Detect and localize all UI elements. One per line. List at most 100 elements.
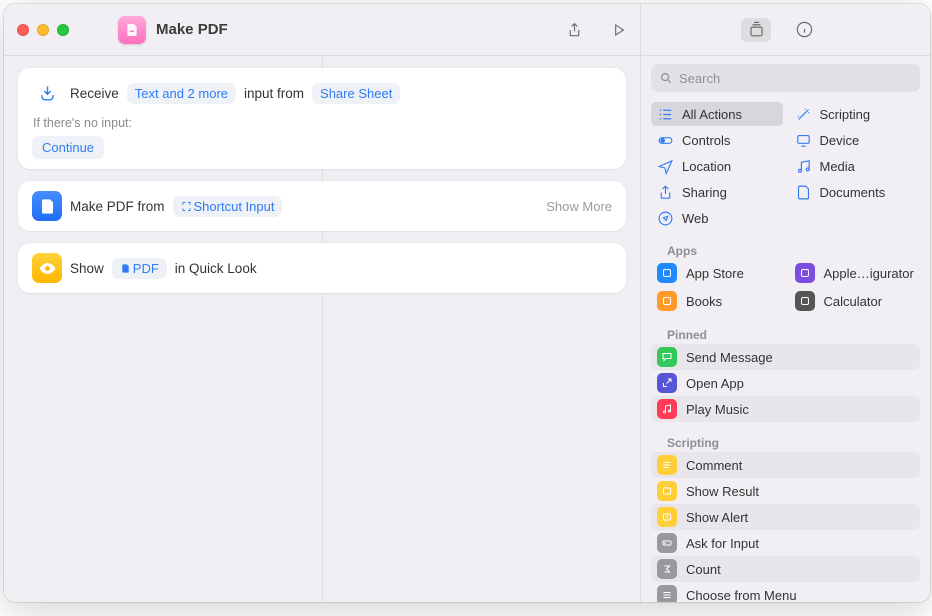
receive-action-card[interactable]: Receive Text and 2 more input from Share… [18,68,626,169]
app-label: Books [686,294,722,309]
item-icon [657,455,677,475]
device-icon [795,132,812,149]
info-button[interactable] [789,18,819,42]
search-field[interactable] [651,64,920,92]
item-icon [657,399,677,419]
receive-label: Receive [70,86,119,101]
item-label: Send Message [686,350,773,365]
window-title: Make PDF [156,21,228,38]
input-source-pill[interactable]: Share Sheet [312,83,400,104]
library-toggle-button[interactable] [741,18,771,42]
nav-icon [657,158,674,175]
quick-look-tail: in Quick Look [175,261,257,276]
scripting-item[interactable]: Ask for Input [651,530,920,556]
zoom-window-button[interactable] [57,24,69,36]
category-label: Sharing [682,185,727,200]
section-apps-header: Apps [651,236,920,260]
pinned-item[interactable]: Play Music [651,396,920,422]
app-label: Apple…igurator [824,266,914,281]
category-label: Scripting [820,107,871,122]
input-type-pill[interactable]: Text and 2 more [127,83,236,104]
music-icon [795,158,812,175]
category-label: Location [682,159,731,174]
category-scripting[interactable]: Scripting [789,102,921,126]
item-icon [657,507,677,527]
category-label: Web [682,211,709,226]
item-label: Play Music [686,402,749,417]
doc-icon [795,184,812,201]
app-label: App Store [686,266,744,281]
app-item[interactable]: App Store [651,260,783,286]
category-sharing[interactable]: Sharing [651,180,783,204]
from-label: input from [244,86,304,101]
item-label: Show Result [686,484,759,499]
quick-look-action-card[interactable]: Show PDF in Quick Look [18,243,626,293]
compass-icon [657,210,674,227]
apps-group: App Store Apple…igurator Books Calculator [651,260,920,314]
item-icon [657,559,677,579]
show-label: Show [70,261,104,276]
app-icon [795,291,815,311]
item-icon [657,481,677,501]
category-controls[interactable]: Controls [651,128,783,152]
run-button[interactable] [596,16,640,44]
make-pdf-action-card[interactable]: Make PDF from Shortcut Input Show More [18,181,626,231]
toggle-icon [657,132,674,149]
category-device[interactable]: Device [789,128,921,152]
scripting-item[interactable]: Show Alert [651,504,920,530]
action-library-sidebar: All Actions Scripting Controls Device Locati… [640,56,930,602]
item-icon [657,373,677,393]
list-icon [657,106,674,123]
make-pdf-label: Make PDF from [70,199,165,214]
item-label: Ask for Input [686,536,759,551]
scripting-item[interactable]: Show Result [651,478,920,504]
category-label: Documents [820,185,886,200]
category-documents[interactable]: Documents [789,180,921,204]
category-web[interactable]: Web [651,206,783,230]
make-pdf-icon [32,191,62,221]
share-button[interactable] [552,16,596,44]
category-location[interactable]: Location [651,154,783,178]
search-icon [659,71,673,85]
scripting-item[interactable]: Choose from Menu [651,582,920,602]
scripting-item[interactable]: Count [651,556,920,582]
item-label: Comment [686,458,742,473]
pinned-group: Send Message Open App Play Music [651,344,920,422]
app-label: Calculator [824,294,883,309]
show-more-button[interactable]: Show More [546,199,612,214]
share-icon [657,184,674,201]
pinned-item[interactable]: Send Message [651,344,920,370]
sidebar-toolbar [640,4,930,55]
category-media[interactable]: Media [789,154,921,178]
category-all-actions[interactable]: All Actions [651,102,783,126]
section-pinned-header: Pinned [651,320,920,344]
item-icon [657,347,677,367]
app-item[interactable]: Calculator [789,288,921,314]
app-icon [795,263,815,283]
pdf-variable[interactable]: PDF [112,258,167,279]
minimize-window-button[interactable] [37,24,49,36]
category-label: Device [820,133,860,148]
library-list[interactable]: Apps App Store Apple…igurator Books Calcula… [641,236,930,602]
shortcut-file-icon [118,16,146,44]
app-icon [657,263,677,283]
traffic-lights [4,24,82,36]
app-item[interactable]: Apple…igurator [789,260,921,286]
shortcut-input-variable[interactable]: Shortcut Input [173,196,283,217]
category-label: Controls [682,133,730,148]
pinned-item[interactable]: Open App [651,370,920,396]
scripting-group: Comment Show Result Show Alert Ask for Inpu… [651,452,920,602]
search-input[interactable] [679,71,912,86]
item-label: Open App [686,376,744,391]
scripting-item[interactable]: Comment [651,452,920,478]
no-input-behavior-pill[interactable]: Continue [32,136,104,159]
titlebar: Make PDF [4,4,930,56]
item-icon [657,533,677,553]
item-label: Count [686,562,721,577]
category-grid: All Actions Scripting Controls Device Locati… [641,100,930,236]
app-item[interactable]: Books [651,288,783,314]
wand-icon [795,106,812,123]
workflow-editor[interactable]: Receive Text and 2 more input from Share… [4,56,640,602]
close-window-button[interactable] [17,24,29,36]
item-label: Choose from Menu [686,588,797,603]
